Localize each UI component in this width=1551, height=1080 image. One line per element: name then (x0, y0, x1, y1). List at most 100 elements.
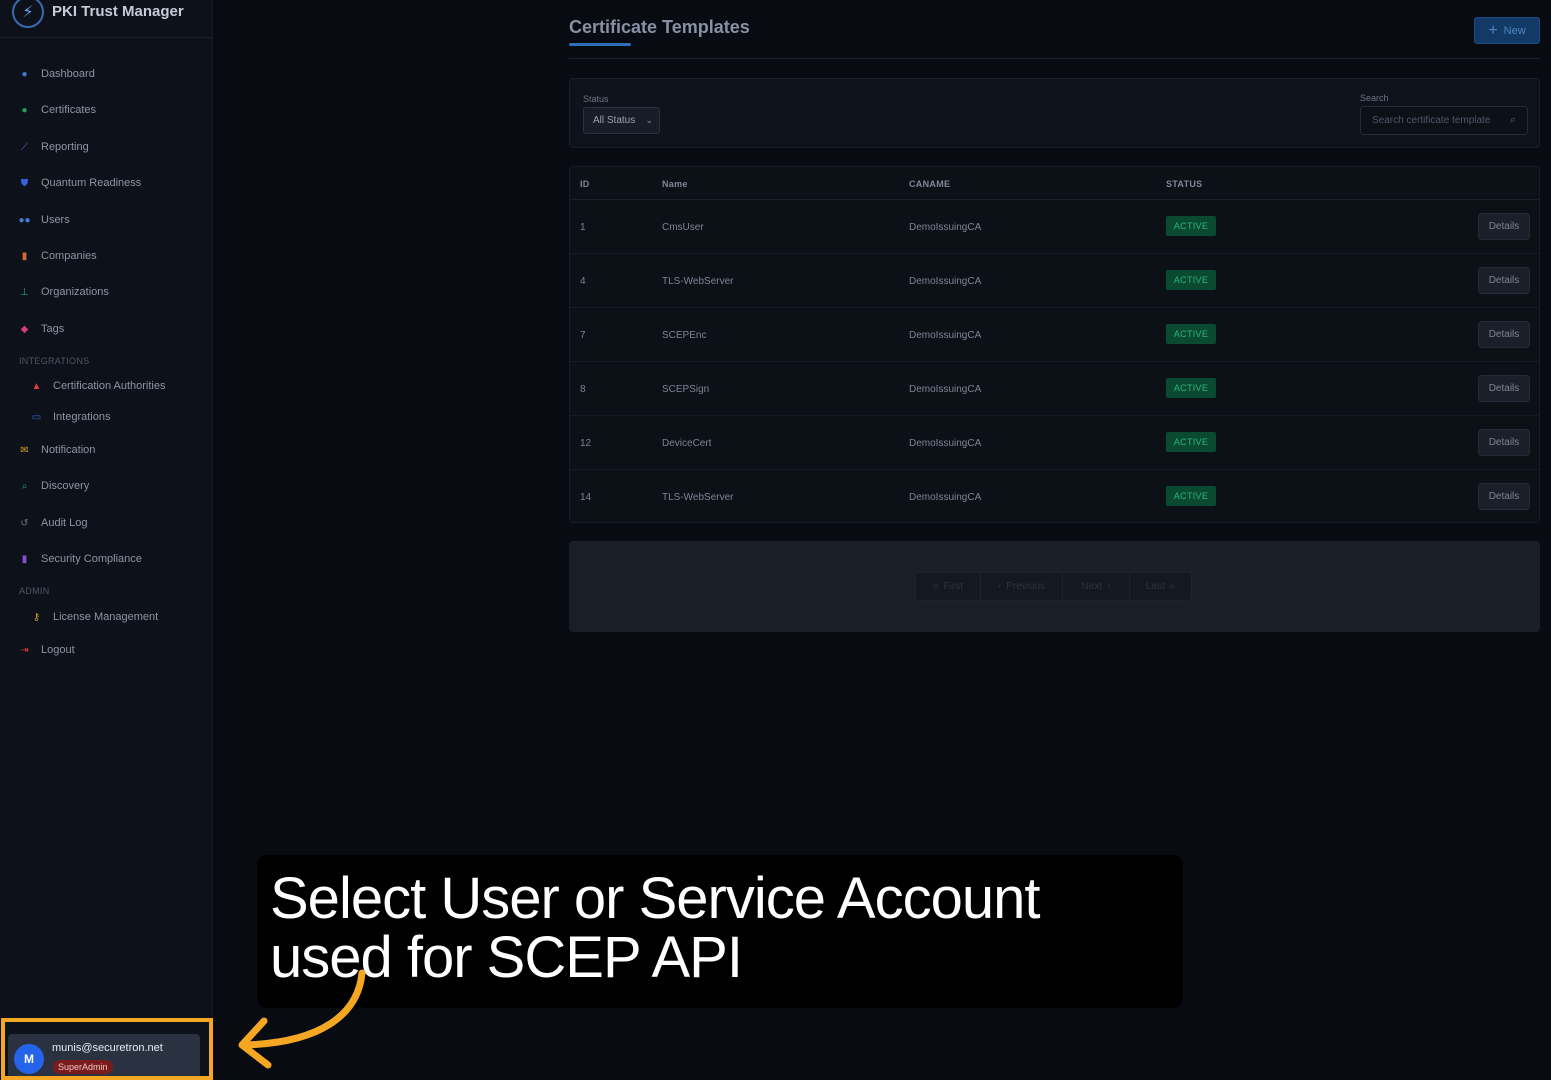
sidebar-item-security-compliance[interactable]: ▮ Security Compliance (18, 551, 142, 567)
lock-icon: ▲ (31, 380, 42, 392)
status-badge: ACTIVE (1166, 486, 1216, 506)
pointer-arrow-icon (238, 969, 366, 1069)
last-page-button[interactable]: Last » (1130, 573, 1191, 600)
cell-id: 12 (580, 438, 592, 449)
details-button[interactable]: Details (1478, 483, 1530, 510)
sitemap-icon: ⊥ (20, 286, 29, 298)
table-row: 4 TLS-WebServer DemoIssuingCA ACTIVE Det… (570, 254, 1539, 308)
table-row: 14 TLS-WebServer DemoIssuingCA ACTIVE De… (570, 470, 1539, 524)
sidebar-item-reporting[interactable]: ⟋ Reporting (18, 139, 89, 155)
sidebar-item-label: Security Compliance (41, 553, 142, 565)
clipboard-icon: ▮ (21, 553, 28, 565)
page-title: Certificate Templates (569, 17, 750, 37)
table-row: 7 SCEPEnc DemoIssuingCA ACTIVE Details (570, 308, 1539, 362)
double-chevron-right-icon: » (1169, 581, 1176, 592)
status-badge: ACTIVE (1166, 378, 1216, 398)
brand[interactable]: ⚡ PKI Trust Manager (0, 0, 212, 38)
brand-title: PKI Trust Manager (52, 3, 184, 20)
cell-name: TLS-WebServer (662, 276, 734, 287)
details-button[interactable]: Details (1478, 213, 1530, 240)
logout-icon: ⇥ (20, 644, 29, 656)
previous-page-button[interactable]: ‹ Previous (981, 573, 1063, 600)
first-page-button[interactable]: « First (916, 573, 981, 600)
integration-icon: ▭ (31, 411, 42, 423)
sidebar: ⚡ PKI Trust Manager ● Dashboard ● Certif… (0, 0, 213, 1080)
sidebar-item-label: License Management (53, 611, 159, 623)
sidebar-item-label: Dashboard (41, 68, 95, 80)
cell-name: TLS-WebServer (662, 492, 734, 503)
column-header-id: ID (580, 179, 590, 189)
sidebar-item-companies[interactable]: ▮ Companies (18, 248, 97, 264)
cell-caname: DemoIssuingCA (909, 276, 982, 287)
sidebar-item-label: Users (41, 214, 70, 226)
status-badge: ACTIVE (1166, 216, 1216, 236)
sidebar-item-label: Notification (41, 444, 96, 456)
admin-section-header: ADMIN (19, 586, 50, 596)
table-row: 12 DeviceCert DemoIssuingCA ACTIVE Detai… (570, 416, 1539, 470)
sidebar-item-label: Discovery (41, 480, 90, 492)
cell-caname: DemoIssuingCA (909, 384, 982, 395)
sidebar-item-tags[interactable]: ◆ Tags (18, 321, 65, 337)
sidebar-item-quantum-readiness[interactable]: ⛊ Quantum Readiness (18, 175, 142, 191)
shield-icon: ⛊ (20, 177, 29, 189)
cell-caname: DemoIssuingCA (909, 492, 982, 503)
sidebar-item-certificates[interactable]: ● Certificates (18, 102, 96, 118)
cell-id: 14 (580, 492, 592, 503)
search-input[interactable]: Search certificate template ⌕ (1360, 106, 1528, 135)
key-icon: ⚷ (32, 611, 41, 623)
user-email: munis@securetron.net (52, 1042, 163, 1054)
status-badge: ACTIVE (1166, 324, 1216, 344)
sidebar-item-logout[interactable]: ⇥ Logout (18, 642, 75, 658)
details-button[interactable]: Details (1478, 429, 1530, 456)
cell-name: SCEPEnc (662, 330, 707, 341)
sidebar-item-certification-authorities[interactable]: ▲ Certification Authorities (30, 378, 166, 394)
building-icon: ▮ (21, 250, 28, 262)
search-label: Search (1360, 93, 1389, 103)
next-label: Next (1081, 581, 1103, 592)
status-filter-label: Status (583, 94, 609, 104)
cell-name: SCEPSign (662, 384, 710, 395)
sidebar-item-label: Certification Authorities (53, 380, 166, 392)
sidebar-item-integrations[interactable]: ▭ Integrations (30, 409, 111, 425)
tag-icon: ◆ (20, 323, 29, 335)
details-button[interactable]: Details (1478, 375, 1530, 402)
tutorial-caption: Select User or Service Account used for … (257, 855, 1183, 1008)
sidebar-item-audit-log[interactable]: ↺ Audit Log (18, 515, 87, 531)
sidebar-item-organizations[interactable]: ⊥ Organizations (18, 284, 109, 300)
sidebar-item-notification[interactable]: ✉ Notification (18, 442, 95, 458)
status-select[interactable]: All Status ⌄ (583, 107, 660, 134)
chevron-left-icon: ‹ (997, 581, 1002, 592)
details-button[interactable]: Details (1478, 321, 1530, 348)
first-label: First (943, 581, 963, 592)
chevron-right-icon: › (1107, 581, 1111, 592)
next-page-button[interactable]: Next › (1063, 573, 1130, 600)
history-icon: ↺ (20, 517, 29, 529)
title-underline (569, 43, 631, 46)
sidebar-item-discovery[interactable]: ⌕ Discovery (18, 478, 90, 494)
sidebar-item-label: Logout (41, 644, 75, 656)
pagination-panel: « First ‹ Previous Next › Last » (569, 541, 1540, 632)
search-placeholder: Search certificate template (1372, 115, 1491, 126)
cell-caname: DemoIssuingCA (909, 438, 982, 449)
cell-name: CmsUser (662, 222, 704, 233)
chart-icon: ⟋ (21, 141, 28, 153)
search-icon: ⌕ (1509, 114, 1516, 126)
sidebar-item-label: Companies (41, 250, 97, 262)
sidebar-item-label: Audit Log (41, 517, 88, 529)
sidebar-item-license-management[interactable]: ⚷ License Management (30, 609, 158, 625)
cell-caname: DemoIssuingCA (909, 222, 982, 233)
role-badge: SuperAdmin (53, 1060, 113, 1074)
status-badge: ACTIVE (1166, 432, 1216, 452)
chevron-down-icon: ⌄ (645, 115, 653, 125)
users-icon: ●● (18, 214, 31, 226)
details-button[interactable]: Details (1478, 267, 1530, 294)
user-profile-card[interactable]: M munis@securetron.net SuperAdmin (8, 1034, 200, 1078)
envelope-icon: ✉ (20, 444, 29, 456)
cell-id: 7 (580, 330, 586, 341)
new-template-button[interactable]: + New (1474, 17, 1540, 44)
sidebar-item-dashboard[interactable]: ● Dashboard (18, 66, 95, 82)
sidebar-item-label: Reporting (41, 141, 89, 153)
cell-name: DeviceCert (662, 438, 712, 449)
avatar: M (14, 1044, 44, 1074)
sidebar-item-users[interactable]: ●● Users (18, 212, 70, 228)
